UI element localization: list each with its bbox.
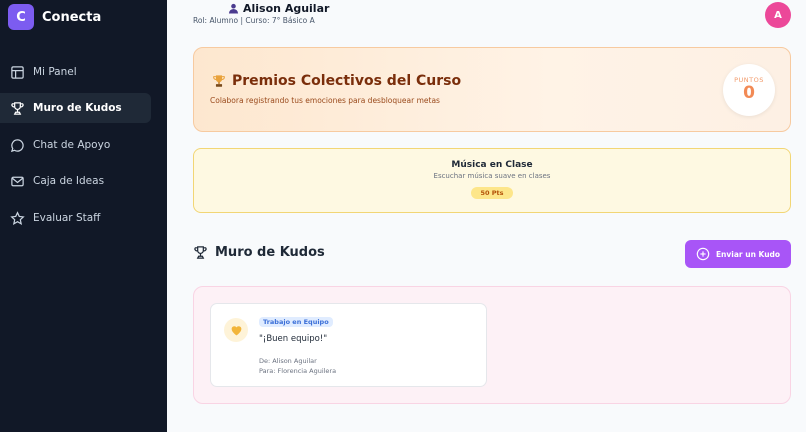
sidebar-item-label: Caja de Ideas (33, 175, 105, 187)
kudos-heading-text: Muro de Kudos (215, 245, 325, 260)
kudo-tag: Trabajo en Equipo (259, 317, 333, 327)
brand-logo: C (8, 4, 34, 30)
goal-points-badge: 50 Pts (471, 187, 513, 199)
sidebar-item-muro-de-kudos[interactable]: Muro de Kudos (0, 93, 151, 123)
star-icon (10, 210, 25, 225)
premios-title-text: Premios Colectivos del Curso (232, 73, 462, 89)
layout-icon (11, 65, 24, 79)
user-subtitle: Rol: Alumno | Curso: 7° Básico A (193, 16, 315, 25)
user-icon (228, 3, 239, 14)
kudo-message: "¡Buen equipo!" (259, 334, 328, 344)
chat-icon (10, 138, 24, 152)
heart-icon (224, 318, 248, 342)
kudo-to: Para: Florencia Aguilera (259, 367, 337, 375)
premios-subtitle: Colabora registrando tus emociones para … (210, 96, 440, 105)
goal-title: Música en Clase (451, 160, 533, 170)
brand[interactable]: C Conecta (8, 4, 101, 30)
send-kudo-button[interactable]: Enviar un Kudo (685, 240, 791, 268)
points-badge: PUNTOS 0 (723, 64, 775, 116)
user-name-text: Alison Aguilar (243, 2, 330, 15)
trophy-icon (213, 75, 225, 87)
mail-icon (11, 176, 24, 186)
kudos-wall: Trabajo en Equipo "¡Buen equipo!" De: Al… (193, 286, 791, 404)
sidebar-item-label: Mi Panel (33, 66, 77, 78)
sidebar-item-caja-de-ideas[interactable]: Caja de Ideas (0, 166, 151, 196)
send-kudo-label: Enviar un Kudo (715, 249, 781, 259)
kudo-from: De: Alison Aguilar (259, 357, 317, 365)
premios-card: Premios Colectivos del Curso Colabora re… (193, 47, 791, 132)
goal-description: Escuchar música suave en clases (433, 172, 551, 180)
sidebar-item-evaluar-staff[interactable]: Evaluar Staff (0, 203, 151, 233)
brand-name: Conecta (42, 9, 102, 25)
sidebar-item-label: Muro de Kudos (33, 102, 122, 114)
kudos-heading: Muro de Kudos (193, 245, 325, 260)
goal-card: Música en Clase Escuchar música suave en… (193, 148, 791, 213)
sidebar-item-mi-panel[interactable]: Mi Panel (0, 57, 151, 87)
sidebar-item-chat-de-apoyo[interactable]: Chat de Apoyo (0, 130, 151, 160)
points-value: 0 (743, 83, 755, 103)
plus-circle-icon (696, 247, 710, 261)
sidebar-item-label: Chat de Apoyo (33, 139, 111, 151)
sidebar-item-label: Evaluar Staff (33, 212, 101, 224)
sidebar: C Conecta Mi Panel Muro de Kudos Chat de… (0, 0, 167, 432)
kudo-card[interactable]: Trabajo en Equipo "¡Buen equipo!" De: Al… (210, 303, 487, 387)
avatar[interactable]: A (765, 2, 791, 28)
trophy-icon (11, 101, 24, 115)
user-name: Alison Aguilar (228, 2, 329, 15)
trophy-icon (194, 246, 207, 259)
premios-title: Premios Colectivos del Curso (212, 73, 461, 89)
